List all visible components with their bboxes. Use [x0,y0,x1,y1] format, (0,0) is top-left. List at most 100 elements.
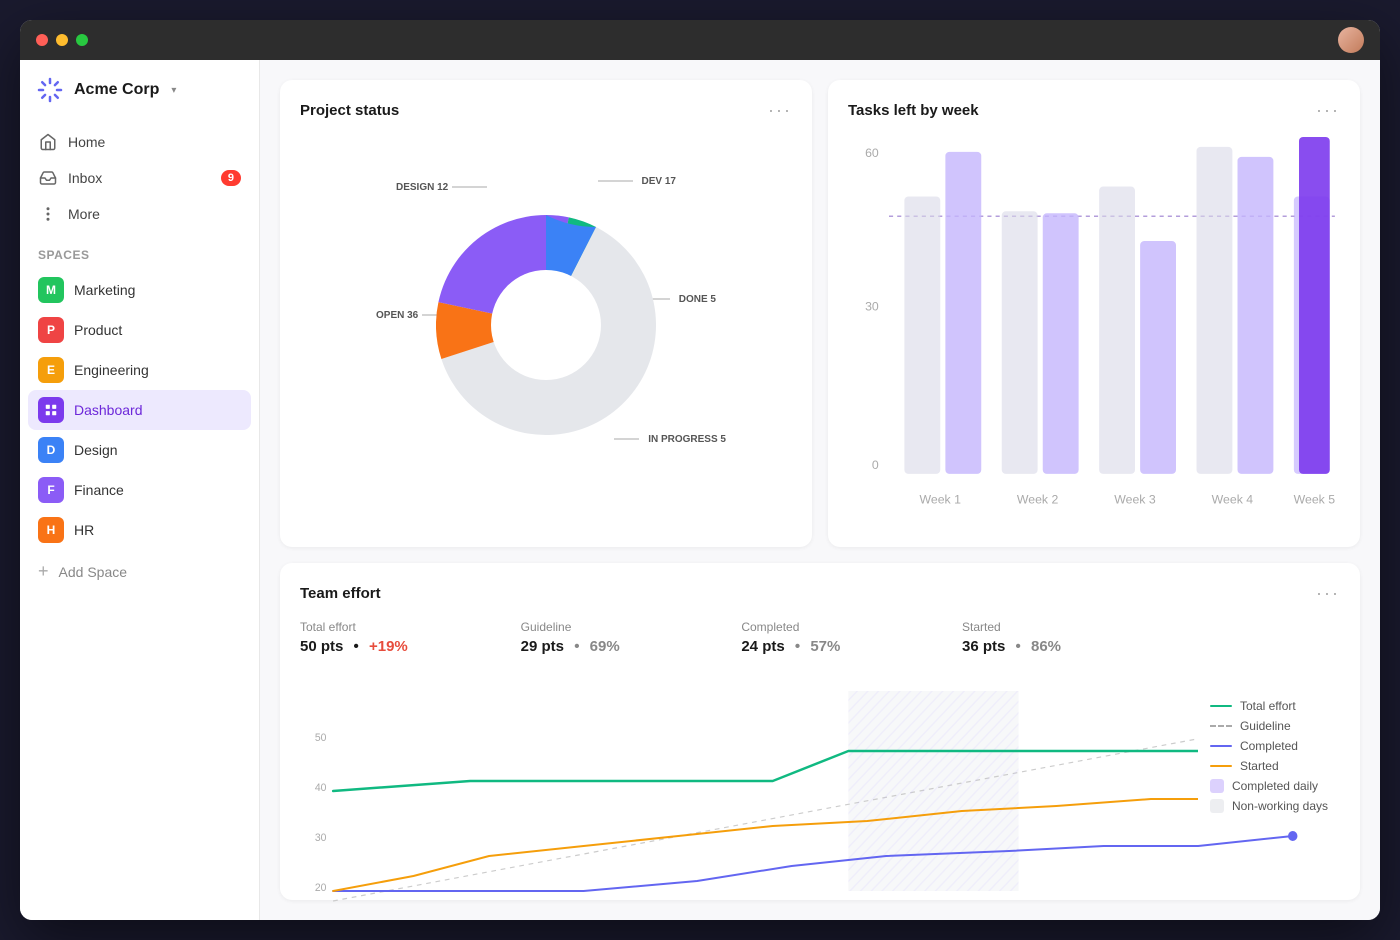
svg-text:30: 30 [315,831,327,843]
team-effort-card: Team effort ··· Total effort 50 pts • +1… [280,563,1360,901]
space-icon-marketing: M [38,277,64,303]
project-status-menu[interactable]: ··· [768,100,792,121]
avatar[interactable] [1338,27,1364,53]
sidebar-item-marketing[interactable]: M Marketing [28,270,251,310]
add-space-button[interactable]: + Add Space [20,554,259,589]
chart-legend: Total effort Guideline Completed St [1198,691,1340,821]
brand-name: Acme Corp [74,81,159,99]
legend-line-guideline [1210,725,1232,727]
sidebar-item-product[interactable]: P Product [28,310,251,350]
space-label-marketing: Marketing [74,282,135,298]
sidebar-item-engineering[interactable]: E Engineering [28,350,251,390]
metric-completed-label: Completed [741,620,938,634]
svg-text:0: 0 [872,458,879,472]
space-label-finance: Finance [74,482,124,498]
metric-total-effort: Total effort 50 pts • +19% [300,620,521,655]
sidebar-item-more-label: More [68,206,100,222]
brand-icon [36,76,64,104]
sidebar-item-more[interactable]: More [28,196,251,232]
svg-text:60: 60 [865,146,879,160]
legend-label-total: Total effort [1240,699,1296,713]
app-body: Acme Corp ▾ Home [20,60,1380,920]
sidebar-item-home-label: Home [68,134,105,150]
home-icon [38,132,58,152]
main-content: Project status ··· DEV 17 [260,60,1380,920]
legend-guideline: Guideline [1210,719,1328,733]
app-window: Acme Corp ▾ Home [20,20,1380,920]
inbox-badge: 9 [221,170,241,186]
metric-guideline: Guideline 29 pts • 69% [521,620,742,655]
team-effort-header: Team effort ··· [300,583,1340,604]
svg-text:Week 1: Week 1 [920,493,962,507]
legend-line-total [1210,705,1232,707]
minimize-dot[interactable] [56,34,68,46]
legend-nonworking: Non-working days [1210,799,1328,813]
pie-label-design: DESIGN 12 [396,181,492,193]
sidebar-item-finance[interactable]: F Finance [28,470,251,510]
sidebar-nav: Home Inbox 9 [20,124,259,232]
space-icon-hr: H [38,517,64,543]
sidebar-item-design[interactable]: D Design [28,430,251,470]
close-dot[interactable] [36,34,48,46]
charts-row: Project status ··· DEV 17 [280,80,1360,547]
space-icon-finance: F [38,477,64,503]
space-label-dashboard: Dashboard [74,402,143,418]
legend-label-guideline: Guideline [1240,719,1291,733]
metrics-row: Total effort 50 pts • +19% Guideline 29 … [300,620,1340,671]
metric-total-effort-value: 50 pts • +19% [300,638,497,655]
sidebar-item-home[interactable]: Home [28,124,251,160]
inbox-icon [38,168,58,188]
tasks-week-menu[interactable]: ··· [1316,100,1340,121]
legend-total-effort: Total effort [1210,699,1328,713]
legend-label-daily: Completed daily [1232,779,1318,793]
legend-label-completed: Completed [1240,739,1298,753]
tasks-week-title: Tasks left by week [848,102,979,119]
tasks-week-header: Tasks left by week ··· [848,100,1340,121]
svg-text:30: 30 [865,300,879,314]
plus-icon: + [38,561,49,582]
space-icon-product: P [38,317,64,343]
sidebar-item-inbox[interactable]: Inbox 9 [28,160,251,196]
svg-text:Week 3: Week 3 [1114,493,1156,507]
line-chart-svg: 20 30 40 50 [300,691,1340,911]
space-icon-dashboard [38,397,64,423]
space-label-design: Design [74,442,118,458]
legend-spacer [1183,620,1340,655]
pie-label-inprogress: IN PROGRESS 5 [614,433,726,445]
metric-started: Started 36 pts • 86% [962,620,1183,655]
sidebar: Acme Corp ▾ Home [20,60,260,920]
legend-completed: Completed [1210,739,1328,753]
legend-label-nonworking: Non-working days [1232,799,1328,813]
bar-chart-svg: 60 30 0 [848,137,1340,514]
project-status-card: Project status ··· DEV 17 [280,80,812,547]
svg-text:Week 4: Week 4 [1212,493,1254,507]
brand[interactable]: Acme Corp ▾ [20,76,259,124]
project-status-header: Project status ··· [300,100,792,121]
space-icon-engineering: E [38,357,64,383]
metric-completed: Completed 24 pts • 57% [741,620,962,655]
svg-text:50: 50 [315,731,327,743]
metric-guideline-label: Guideline [521,620,718,634]
team-effort-title: Team effort [300,585,381,602]
chevron-down-icon: ▾ [171,85,176,96]
project-status-title: Project status [300,102,399,119]
bar-chart-area: 60 30 0 [848,137,1340,514]
sidebar-item-dashboard[interactable]: Dashboard [28,390,251,430]
sidebar-item-inbox-label: Inbox [68,170,102,186]
space-label-hr: HR [74,522,94,538]
legend-swatch-nonworking [1210,799,1224,813]
svg-text:Week 2: Week 2 [1017,493,1059,507]
maximize-dot[interactable] [76,34,88,46]
metric-started-value: 36 pts • 86% [962,638,1159,655]
legend-swatch-daily [1210,779,1224,793]
legend-line-completed [1210,745,1232,747]
team-effort-menu[interactable]: ··· [1316,583,1340,604]
sidebar-item-hr[interactable]: H HR [28,510,251,550]
more-icon [38,204,58,224]
svg-text:Week 5: Week 5 [1294,493,1336,507]
metric-guideline-value: 29 pts • 69% [521,638,718,655]
titlebar [20,20,1380,60]
tasks-week-card: Tasks left by week ··· 60 30 0 [828,80,1360,547]
legend-label-started: Started [1240,759,1279,773]
metric-total-effort-label: Total effort [300,620,497,634]
